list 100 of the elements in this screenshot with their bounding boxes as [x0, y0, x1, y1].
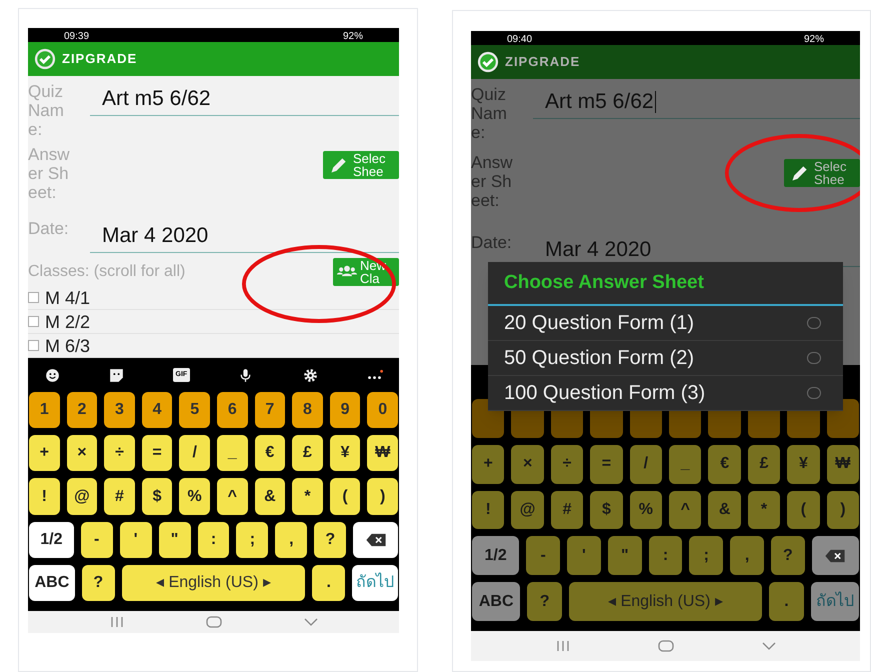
text-field[interactable]: Mar 4 2020 [90, 218, 399, 253]
keyboard-key[interactable]: $ [590, 490, 623, 530]
keyboard-key[interactable]: ^ [216, 478, 248, 515]
answer-sheet-option[interactable]: 50 Question Form (2) [488, 341, 843, 376]
keyboard-key[interactable]: $ [142, 478, 172, 515]
keyboard-key[interactable]: / [179, 435, 210, 472]
keyboard-key[interactable]: 5 [179, 392, 210, 428]
keyboard-key[interactable]: # [550, 490, 584, 530]
keyboard-key[interactable]: % [179, 478, 210, 515]
keyboard-key[interactable]: 9 [330, 392, 360, 428]
keyboard-key[interactable]: 0 [367, 392, 398, 428]
keyboard-key[interactable]: ) [826, 490, 860, 530]
keyboard-key[interactable]: = [142, 435, 172, 472]
keyboard-key[interactable]: ; [236, 522, 268, 558]
keyboard-key[interactable]: % [630, 490, 662, 530]
answer-sheet-option[interactable]: 100 Question Form (3) [488, 376, 843, 411]
keyboard-key[interactable]: ? [82, 564, 115, 602]
checkbox[interactable] [28, 292, 39, 303]
checkbox[interactable] [28, 340, 39, 351]
keyboard-key[interactable]: 6 [216, 392, 248, 428]
radio-button[interactable] [807, 387, 821, 399]
keyboard-key[interactable]: × [66, 435, 98, 472]
keyboard-key[interactable]: 8 [292, 392, 323, 428]
keyboard-key[interactable]: 2 [66, 392, 98, 428]
keyboard-key[interactable]: ! [29, 478, 60, 515]
keyboard-key[interactable]: & [708, 490, 741, 530]
keyboard-key[interactable]: ABC [472, 582, 520, 621]
app-title: ZIPGRADE [62, 50, 138, 68]
keyboard-key[interactable]: " [608, 536, 642, 576]
keyboard-key[interactable]: ◂ English (US) ▸ [122, 564, 306, 602]
keyboard-key[interactable]: 4 [142, 392, 172, 428]
backspace-icon [824, 548, 846, 563]
keyboard-key[interactable]: € [708, 444, 741, 484]
answer-sheet-option[interactable]: 20 Question Form (1) [488, 306, 843, 341]
radio-button[interactable] [807, 352, 821, 364]
keyboard-key[interactable]: £ [292, 435, 323, 472]
app-title: ZIPGRADE [505, 53, 580, 72]
backspace-key[interactable] [353, 522, 398, 558]
keyboard-key[interactable]: * [748, 490, 780, 530]
keyboard-key[interactable]: = [590, 444, 623, 484]
radio-button[interactable] [807, 317, 821, 329]
keyboard-key[interactable]: 1/2 [472, 536, 520, 576]
keyboard-key[interactable]: ( [330, 478, 360, 515]
select-sheet-button[interactable]: Selec Shee [784, 159, 860, 187]
keyboard-key[interactable]: ถัดไป [352, 564, 398, 602]
keyboard-key[interactable]: ÷ [550, 444, 584, 484]
status-time: 09:40 [507, 35, 532, 45]
keyboard-key[interactable]: ◂ English (US) ▸ [568, 582, 762, 621]
keyboard-key[interactable]: ( [787, 490, 820, 530]
select-sheet-button[interactable]: Selec Shee [323, 150, 399, 179]
keyboard-key[interactable]: # [104, 478, 135, 515]
keyboard-key[interactable]: £ [748, 444, 780, 484]
classes-label: Classes: (scroll for all) [28, 262, 186, 282]
keyboard-key[interactable]: ? [527, 582, 562, 621]
checkbox[interactable] [28, 316, 39, 327]
keyboard-key[interactable]: @ [511, 490, 544, 530]
keyboard-key[interactable]: - [526, 536, 560, 576]
keyboard-key[interactable]: 7 [254, 392, 286, 428]
class-list-item[interactable]: M 4/1 [28, 286, 399, 310]
keyboard-key[interactable]: 1/2 [29, 522, 74, 558]
keyboard-key[interactable]: ¥ [330, 435, 360, 472]
text-field[interactable]: Art m5 6/62 [533, 85, 860, 119]
text-field[interactable]: Art m5 6/62 [90, 82, 399, 116]
keyboard-key[interactable]: & [254, 478, 286, 515]
keyboard-key[interactable]: * [292, 478, 323, 515]
keyboard-key[interactable]: + [29, 435, 60, 472]
keyboard-key[interactable]: ? [770, 536, 805, 576]
keyboard-key[interactable]: ABC [29, 564, 75, 602]
backspace-key[interactable] [812, 536, 860, 576]
keyboard-key[interactable]: ₩ [826, 444, 860, 484]
keyboard-key[interactable]: ¥ [787, 444, 820, 484]
keyboard-key[interactable]: ' [120, 522, 152, 558]
keyboard-key[interactable]: ) [367, 478, 398, 515]
keyboard-key[interactable]: 1 [29, 392, 60, 428]
home-icon [206, 616, 222, 628]
keyboard-key[interactable]: . [769, 582, 804, 621]
keyboard-key[interactable]: / [630, 444, 662, 484]
keyboard-key[interactable]: ÷ [104, 435, 135, 472]
keyboard-key[interactable]: : [648, 536, 682, 576]
keyboard-key[interactable]: , [275, 522, 308, 558]
keyboard-key[interactable]: _ [669, 444, 702, 484]
keyboard-key[interactable]: ' [567, 536, 601, 576]
keyboard-key[interactable]: . [312, 564, 346, 602]
keyboard-key[interactable]: _ [216, 435, 248, 472]
keyboard-key[interactable]: € [254, 435, 286, 472]
check-logo-icon [477, 51, 499, 73]
keyboard-key[interactable]: - [80, 522, 113, 558]
keyboard-key[interactable]: ; [689, 536, 724, 576]
keyboard-key[interactable]: @ [66, 478, 98, 515]
keyboard-key[interactable]: , [730, 536, 764, 576]
keyboard-key[interactable]: ₩ [367, 435, 398, 472]
keyboard-key[interactable]: " [158, 522, 191, 558]
keyboard-key[interactable]: ^ [669, 490, 702, 530]
keyboard-key[interactable]: ? [314, 522, 346, 558]
keyboard-key[interactable]: 3 [104, 392, 135, 428]
class-list-item[interactable]: M 2/2 [28, 310, 399, 334]
keyboard-key[interactable]: + [472, 444, 504, 484]
keyboard-key[interactable]: × [511, 444, 544, 484]
keyboard-key[interactable]: : [198, 522, 230, 558]
keyboard-key[interactable]: ! [472, 490, 504, 530]
